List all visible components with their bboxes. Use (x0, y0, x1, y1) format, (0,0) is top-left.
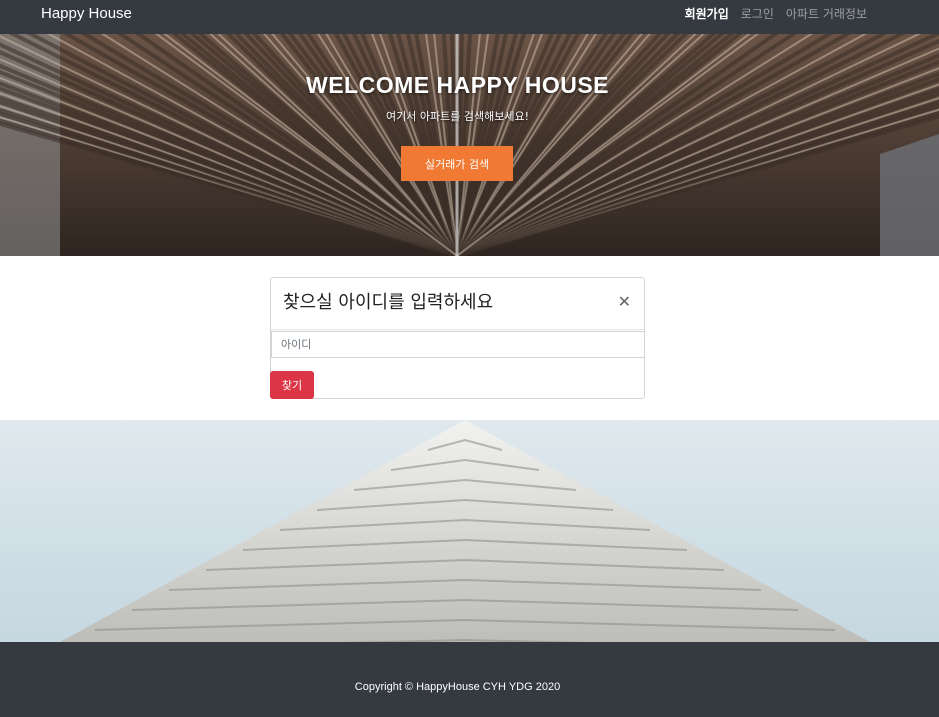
hero-section: WELCOME HAPPY HOUSE 여기서 아파트를 검색해보세요! 실거래… (0, 34, 939, 256)
nav-links: 회원가입 로그인 아파트 거래정보 (685, 6, 867, 22)
hero-title: WELCOME HAPPY HOUSE (306, 72, 609, 98)
building-image (0, 420, 939, 642)
hero-subtitle: 여기서 아파트를 검색해보세요! (386, 110, 529, 123)
nav-link-apt-deals[interactable]: 아파트 거래정보 (786, 6, 867, 22)
footer: Copyright © HappyHouse CYH YDG 2020 (0, 642, 939, 717)
nav-link-login[interactable]: 로그인 (741, 6, 774, 22)
card-header: 찾으실 아이디를 입력하세요 ✕ (271, 278, 644, 330)
find-id-card: 찾으실 아이디를 입력하세요 ✕ 찾기 (270, 277, 645, 399)
close-icon[interactable]: ✕ (618, 292, 631, 312)
price-search-button[interactable]: 실거래가 검색 (401, 146, 513, 181)
top-navbar: Happy House 회원가입 로그인 아파트 거래정보 (0, 0, 939, 34)
building-photo (0, 420, 939, 642)
id-input[interactable] (271, 331, 645, 358)
copyright-text: Copyright © HappyHouse CYH YDG 2020 (354, 681, 561, 693)
card-title: 찾으실 아이디를 입력하세요 (283, 292, 494, 313)
brand-link[interactable]: Happy House (41, 5, 132, 23)
find-button[interactable]: 찾기 (270, 371, 314, 399)
hero-background-image (0, 34, 939, 256)
nav-link-signup[interactable]: 회원가입 (685, 6, 729, 22)
